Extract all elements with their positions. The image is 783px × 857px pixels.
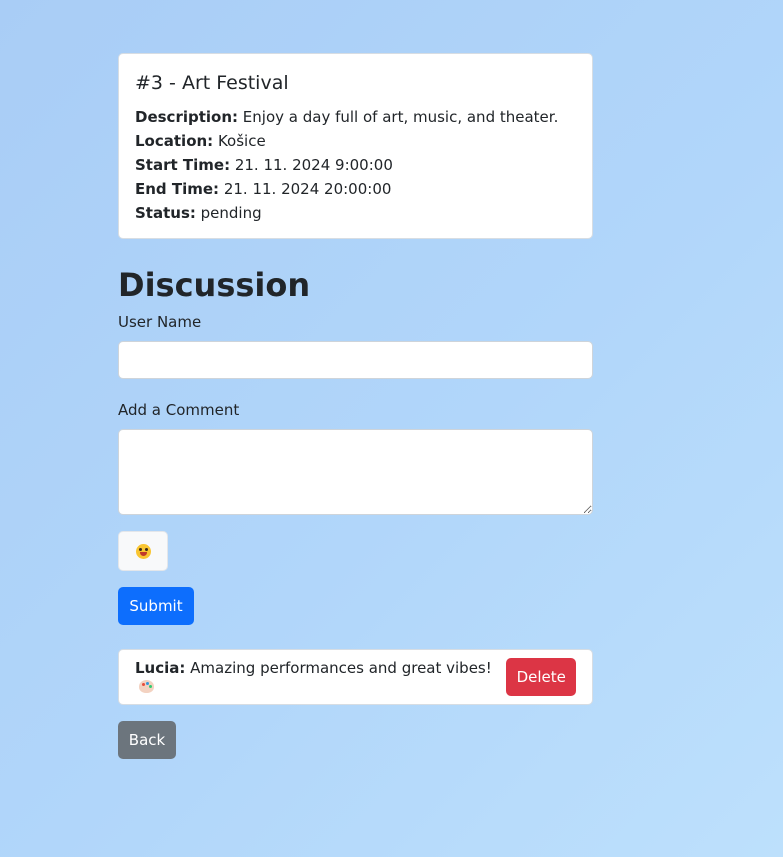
start-time-row: Start Time: 21. 11. 2024 9:00:00 — [135, 153, 576, 177]
status-label: Status: — [135, 204, 196, 222]
status-value: pending — [200, 204, 262, 222]
comment-author: Lucia: — [135, 659, 186, 677]
comment-text: Amazing performances and great vibes! — [190, 659, 492, 677]
user-name-input[interactable] — [118, 341, 593, 379]
comment-item: Lucia: Amazing performances and great vi… — [118, 649, 593, 705]
status-row: Status: pending — [135, 201, 576, 225]
end-time-row: End Time: 21. 11. 2024 20:00:00 — [135, 177, 576, 201]
user-name-label: User Name — [118, 313, 202, 331]
discussion-heading: Discussion — [118, 266, 311, 304]
event-title: #3 - Art Festival — [135, 72, 289, 94]
grinning-face-icon — [135, 543, 151, 559]
artist-palette-icon — [139, 680, 154, 693]
event-detail-page: #3 - Art Festival Description: Enjoy a d… — [118, 53, 593, 759]
description-row: Description: Enjoy a day full of art, mu… — [135, 105, 576, 129]
location-row: Location: Košice — [135, 129, 576, 153]
submit-button[interactable]: Submit — [118, 587, 194, 625]
comment-label: Add a Comment — [118, 401, 240, 419]
location-value: Košice — [217, 132, 266, 150]
back-button[interactable]: Back — [118, 721, 176, 759]
delete-comment-button[interactable]: Delete — [506, 658, 576, 696]
start-time-label: Start Time: — [135, 156, 231, 174]
start-time-value: 21. 11. 2024 9:00:00 — [234, 156, 393, 174]
location-label: Location: — [135, 132, 214, 150]
comment-textarea[interactable] — [118, 429, 593, 515]
description-value: Enjoy a day full of art, music, and thea… — [242, 108, 559, 126]
description-label: Description: — [135, 108, 239, 126]
end-time-value: 21. 11. 2024 20:00:00 — [223, 180, 392, 198]
emoji-picker-button[interactable] — [118, 531, 168, 571]
event-card: #3 - Art Festival Description: Enjoy a d… — [118, 53, 593, 239]
comment-body: Lucia: Amazing performances and great vi… — [135, 659, 506, 695]
end-time-label: End Time: — [135, 180, 220, 198]
